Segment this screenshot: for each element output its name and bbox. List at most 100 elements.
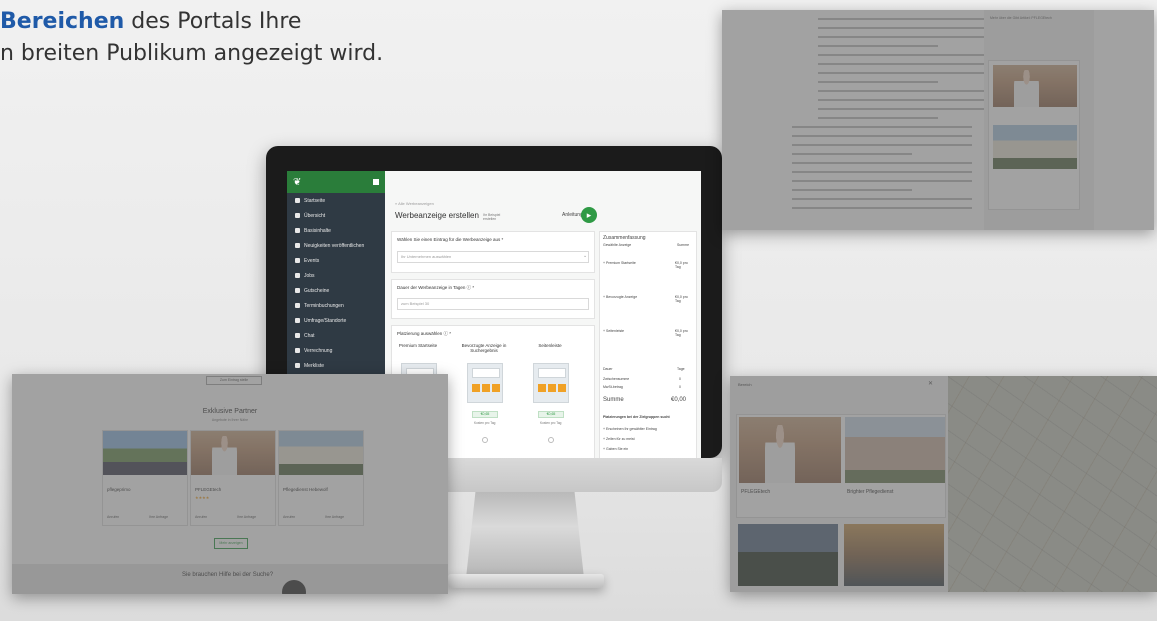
article-text-line (818, 72, 998, 74)
placement-per-day-2: Kosten pro Tag (540, 421, 562, 425)
map-view[interactable] (948, 376, 1157, 592)
title-note: Ihr Beispiel erstellen (483, 213, 501, 221)
sidebar-item-0[interactable]: Startseite (287, 193, 385, 208)
partner-card[interactable]: pflegeprimo Anrufen Ihre Anfrage (102, 430, 188, 526)
sidebar-item-label: Jobs (304, 272, 315, 279)
placement-label-2: Seitenleiste (538, 343, 562, 348)
more-button[interactable]: Mehr anzeigen (214, 538, 248, 549)
partner-name: pflegeprimo (107, 487, 131, 492)
summary-bullet: + Gaben Sie ein (603, 447, 629, 451)
result-name-2: Brighter Pflegedienst (847, 489, 894, 495)
article-text-line (792, 171, 972, 173)
article-panel: Mehr über die Gibt Artikel: PFLEGEtech (722, 10, 1154, 230)
summary-row-label: + Bevorzugte Anzeige (603, 295, 638, 299)
partner-photo (279, 431, 363, 475)
menu-toggle-icon[interactable] (373, 179, 379, 185)
sidebar-item-label: Basisinhalte (304, 227, 331, 234)
article-text-line (792, 198, 972, 200)
request-link[interactable]: Ihre Anfrage (237, 515, 256, 519)
article-text-line (818, 18, 998, 20)
sidebar-item-5[interactable]: Jobs (287, 268, 385, 283)
article-text-line (818, 27, 998, 29)
partner-photo (191, 431, 275, 475)
vat-value: 0 (679, 385, 681, 389)
call-link[interactable]: Anrufen (283, 515, 295, 519)
call-link[interactable]: Anrufen (195, 515, 207, 519)
sidebar-item-4[interactable]: Events (287, 253, 385, 268)
sidebar-item-label: Terminbuchungen (304, 302, 344, 309)
sidebar-item-6[interactable]: Gutscheine (287, 283, 385, 298)
summary-col1: Gewählte Anzeige (603, 243, 632, 247)
summary-col2: Summe (677, 243, 690, 247)
map-result-card[interactable]: PFLEGEtech Brighter Pflegedienst (736, 414, 946, 518)
article-text-line (792, 207, 972, 209)
article-text-line (818, 45, 938, 47)
page-title: Werbeanzeige erstellen (395, 211, 479, 220)
sidebar-item-3[interactable]: Neuigkeiten veröffentlichen (287, 238, 385, 253)
placement-preview-2[interactable] (533, 363, 569, 403)
result-photo-4 (844, 524, 944, 586)
top-button[interactable]: Zum Eintrag stelle (206, 376, 262, 385)
monitor-foot (448, 574, 604, 588)
sidebar-item-label: Startseite (304, 197, 326, 204)
chat-icon (295, 333, 300, 338)
partner-stars: ★★★★ (195, 495, 210, 500)
placement-radio-2[interactable] (548, 437, 554, 443)
sidebar-item-7[interactable]: Terminbuchungen (287, 298, 385, 313)
partner-subtitle: Angebote in Ihrer Nähe (211, 418, 249, 422)
sidebar-item-11[interactable]: Merkliste (287, 358, 385, 373)
breadcrumb[interactable]: « Alle Werbeanzeigen (395, 201, 434, 206)
request-link[interactable]: Ihre Anfrage (149, 515, 168, 519)
article-ad-card[interactable] (988, 60, 1080, 210)
marketing-headline: Bereichen des Portals Ihre n breiten Pub… (0, 6, 383, 70)
placement-label-0: Premium Startseite (398, 343, 438, 348)
sidebar-item-10[interactable]: Verrechnung (287, 343, 385, 358)
request-link[interactable]: Ihre Anfrage (325, 515, 344, 519)
map-title: Bereich (738, 382, 752, 387)
placement-radio-1[interactable] (482, 437, 488, 443)
help-button[interactable]: ▸ (581, 207, 597, 223)
result-photo-2 (845, 417, 945, 483)
entry-select[interactable]: Ihr Unternehmen auswählen (397, 251, 589, 263)
summary-bullet: + Zeilen für zu meist (603, 437, 635, 441)
subtotal-label: Zwischensumme (603, 377, 630, 381)
article-text-line (792, 153, 912, 155)
placement-per-day-1: Kosten pro Tag (474, 421, 496, 425)
briefcase-icon (295, 273, 300, 278)
call-link[interactable]: Anrufen (107, 515, 119, 519)
sidebar-item-1[interactable]: Übersicht (287, 208, 385, 223)
placement-preview-1[interactable] (467, 363, 503, 403)
calendar-icon (295, 258, 300, 263)
article-text-line (792, 135, 972, 137)
sidebar-item-label: Neuigkeiten veröffentlichen (304, 242, 365, 249)
summary-note: Platzierungen bei der Zielgruppen sucht (603, 415, 670, 419)
sidebar-item-label: Chat (304, 332, 315, 339)
total-label: Summe (603, 397, 624, 403)
ticket-icon (295, 288, 300, 293)
hands-heart-icon: ❦ (293, 176, 302, 188)
partner-card[interactable]: PFLEGEtech ★★★★ Anrufen Ihre Anfrage (190, 430, 276, 526)
duration-row-label: Dauer (603, 367, 613, 371)
result-photo-1 (739, 417, 841, 483)
sidebar-item-2[interactable]: Basisinhalte (287, 223, 385, 238)
partner-card[interactable]: Pflegedienst Hebewolf Anrufen Ihre Anfrage (278, 430, 364, 526)
summary-bullet: + Erscheinen Ihr gewählter Eintrag (603, 427, 657, 431)
vat-label: MwSt-betrag (603, 385, 623, 389)
summary-row-value: €0,0 pro Tag (675, 261, 688, 269)
placement-price-2: €0,65 (538, 411, 564, 418)
car-icon (295, 303, 300, 308)
map-panel: Bereich ✕ PFLEGEtech Brighter Pflegedien… (730, 376, 1157, 592)
article-text-line (818, 63, 998, 65)
pin-icon (295, 318, 300, 323)
article-text-line (818, 99, 998, 101)
help-label: Anleitung (562, 212, 583, 218)
subtotal-value: 0 (679, 377, 681, 381)
sidebar-item-9[interactable]: Chat (287, 328, 385, 343)
close-icon[interactable]: ✕ (928, 380, 933, 387)
sidebar-item-8[interactable]: Umfrage/Standorte (287, 313, 385, 328)
ad-photo-house (993, 125, 1077, 169)
duration-input[interactable]: zum Beispiel 30 (397, 298, 589, 310)
partner-title: Exklusive Partner (202, 408, 258, 415)
help-text: Sie brauchen Hilfe bei der Suche? (182, 572, 274, 578)
article-text-line (792, 189, 912, 191)
